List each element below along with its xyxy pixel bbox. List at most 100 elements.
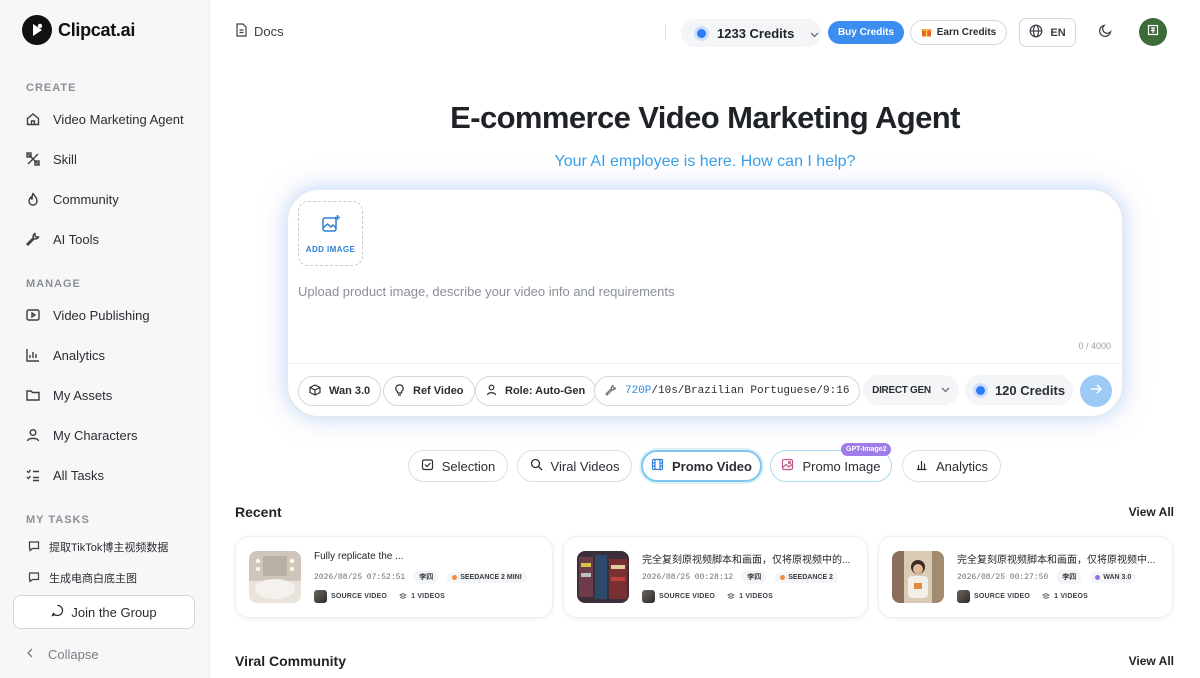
recent-task-card[interactable]: 完全复刻原视频脚本和画面，仅将原视频中... 2026/08/25 00:27:… xyxy=(878,536,1173,618)
chat-bubble-icon xyxy=(51,604,64,620)
generation-mode-select[interactable]: DIRECT GEN xyxy=(863,375,959,405)
task-model-badge: SEEDANCE 2 xyxy=(775,571,838,583)
viral-view-all-link[interactable]: View All xyxy=(1129,654,1174,668)
video-spec-chip[interactable]: 720P/10s/Brazilian Portuguese/9:16 xyxy=(594,376,861,406)
model-label: Wan 3.0 xyxy=(329,385,371,397)
task-item[interactable]: 生成电商白底主图 xyxy=(14,565,196,591)
logo[interactable]: Clipcat.ai xyxy=(22,15,135,45)
task-meta: 2026/08/25 00:28:12 李四 SEEDANCE 2 xyxy=(642,570,838,584)
chat-icon xyxy=(28,571,40,586)
earn-credits-button[interactable]: Earn Credits xyxy=(910,20,1007,45)
add-image-label: ADD IMAGE xyxy=(305,244,356,254)
sidebar-item-label: Skill xyxy=(53,151,77,167)
recent-task-card[interactable]: Fully replicate the ... 2026/08/25 07:52… xyxy=(235,536,553,618)
sidebar-item-my-assets[interactable]: My Assets xyxy=(14,377,196,413)
gpt-image-badge: GPT-Image2 xyxy=(841,443,892,456)
sidebar-item-analytics[interactable]: Analytics xyxy=(14,337,196,373)
tab-label: Viral Videos xyxy=(550,458,620,474)
task-footer: SOURCE VIDEO 1 VIDEOS xyxy=(314,590,445,603)
task-item[interactable]: 提取TikTok博主视频数据 xyxy=(14,534,196,560)
sidebar-item-my-characters[interactable]: My Characters xyxy=(14,417,196,453)
sidebar-item-community[interactable]: Community xyxy=(14,181,196,217)
source-video-text: SOURCE VIDEO xyxy=(331,593,388,600)
ref-video-chip[interactable]: Ref Video xyxy=(383,376,475,406)
tab-label: Promo Image xyxy=(802,458,881,474)
selection-icon xyxy=(421,458,434,474)
person-icon xyxy=(486,384,497,399)
bar-chart-icon xyxy=(915,458,928,474)
sidebar-item-label: AI Tools xyxy=(53,231,100,247)
theme-toggle[interactable] xyxy=(1094,22,1116,44)
tab-selection[interactable]: Selection xyxy=(408,450,508,482)
document-icon xyxy=(235,23,248,40)
model-select-chip[interactable]: Wan 3.0 xyxy=(298,376,382,406)
source-video-text: SOURCE VIDEO xyxy=(659,593,716,600)
source-thumbnail-icon xyxy=(957,590,970,603)
join-group-button[interactable]: Join the Group xyxy=(13,595,195,629)
video-count: 1 VIDEOS xyxy=(398,592,445,602)
docs-link[interactable]: Docs xyxy=(235,23,284,40)
recent-task-card[interactable]: 完全复刻原视频脚本和画面，仅将原视频中的... 2026/08/25 00:28… xyxy=(563,536,868,618)
source-video-label: SOURCE VIDEO xyxy=(642,590,715,603)
tab-label: Promo Video xyxy=(672,458,752,474)
sidebar-item-label: My Assets xyxy=(53,387,113,403)
sidebar-item-label: Video Marketing Agent xyxy=(53,111,184,127)
task-model-label: SEEDANCE 2 MINI xyxy=(460,573,522,581)
collapse-button[interactable]: Collapse xyxy=(26,647,99,662)
tab-viral-videos[interactable]: Viral Videos xyxy=(517,450,632,482)
sidebar-item-skill[interactable]: Skill xyxy=(14,141,196,177)
sidebar-item-video-publishing[interactable]: Video Publishing xyxy=(14,297,196,333)
send-button[interactable] xyxy=(1080,375,1112,407)
task-title: 完全复刻原视频脚本和画面，仅将原视频中的... xyxy=(642,555,851,566)
credits-balance[interactable]: 1233 Credits xyxy=(681,19,821,47)
sidebar-item-ai-tools[interactable]: AI Tools xyxy=(14,221,196,257)
recent-view-all-link[interactable]: View All xyxy=(1129,505,1174,519)
film-icon xyxy=(651,458,664,474)
source-thumbnail-icon xyxy=(314,590,327,603)
tab-analytics[interactable]: Analytics xyxy=(902,450,1001,482)
coin-icon xyxy=(972,382,988,398)
logo-icon xyxy=(22,15,52,45)
sidebar-item-label: My Characters xyxy=(53,427,138,443)
avatar[interactable] xyxy=(1139,18,1167,46)
chevron-left-icon xyxy=(26,647,34,662)
task-timestamp: 2026/08/25 00:27:50 xyxy=(957,572,1049,582)
collapse-label: Collapse xyxy=(48,647,99,662)
char-count: 0 / 4000 xyxy=(1078,341,1111,351)
user-avatar-icon xyxy=(1147,23,1159,41)
wrench-icon xyxy=(25,231,41,247)
sidebar-item-video-marketing-agent[interactable]: Video Marketing Agent xyxy=(14,101,196,137)
task-thumbnail xyxy=(892,551,944,603)
arrow-right-icon xyxy=(1090,382,1103,400)
role-chip[interactable]: Role: Auto-Gen xyxy=(475,376,597,406)
task-list-icon xyxy=(25,467,41,483)
sidebar-item-label: Community xyxy=(53,191,119,207)
task-user-badge: 李四 xyxy=(1057,570,1082,584)
section-label-manage: MANAGE xyxy=(26,278,81,290)
wrench-icon xyxy=(605,384,617,399)
sidebar: Clipcat.ai CREATE Video Marketing Agent … xyxy=(0,0,210,678)
source-video-label: SOURCE VIDEO xyxy=(957,590,1030,603)
source-video-text: SOURCE VIDEO xyxy=(974,593,1031,600)
video-spec-resolution: 720P xyxy=(625,385,652,397)
chevron-down-icon xyxy=(810,26,819,41)
flame-icon xyxy=(25,191,41,207)
add-image-button[interactable]: ADD IMAGE xyxy=(298,201,363,266)
brand-name: Clipcat.ai xyxy=(58,19,136,40)
credits-balance-value: 1233 Credits xyxy=(717,25,795,41)
sidebar-item-all-tasks[interactable]: All Tasks xyxy=(14,457,196,493)
stack-icon xyxy=(726,592,736,602)
buy-credits-button[interactable]: Buy Credits xyxy=(828,21,904,44)
recent-title: Recent xyxy=(235,504,282,520)
video-spec-text: 720P/10s/Brazilian Portuguese/9:16 xyxy=(625,385,849,397)
model-dot-icon xyxy=(452,574,458,580)
language-button[interactable]: EN xyxy=(1019,18,1076,47)
prompt-composer: ADD IMAGE 0 / 4000 Wan 3.0 Ref Video Rol… xyxy=(287,189,1123,417)
prompt-input[interactable] xyxy=(298,284,1108,299)
sidebar-item-label: All Tasks xyxy=(53,467,105,483)
tab-promo-video[interactable]: Promo Video xyxy=(641,450,762,482)
video-spec-details: /10s/Brazilian Portuguese/9:16 xyxy=(651,385,850,397)
sidebar-item-label: Video Publishing xyxy=(53,307,150,323)
join-group-label: Join the Group xyxy=(71,604,157,620)
image-plus-icon xyxy=(321,214,341,239)
